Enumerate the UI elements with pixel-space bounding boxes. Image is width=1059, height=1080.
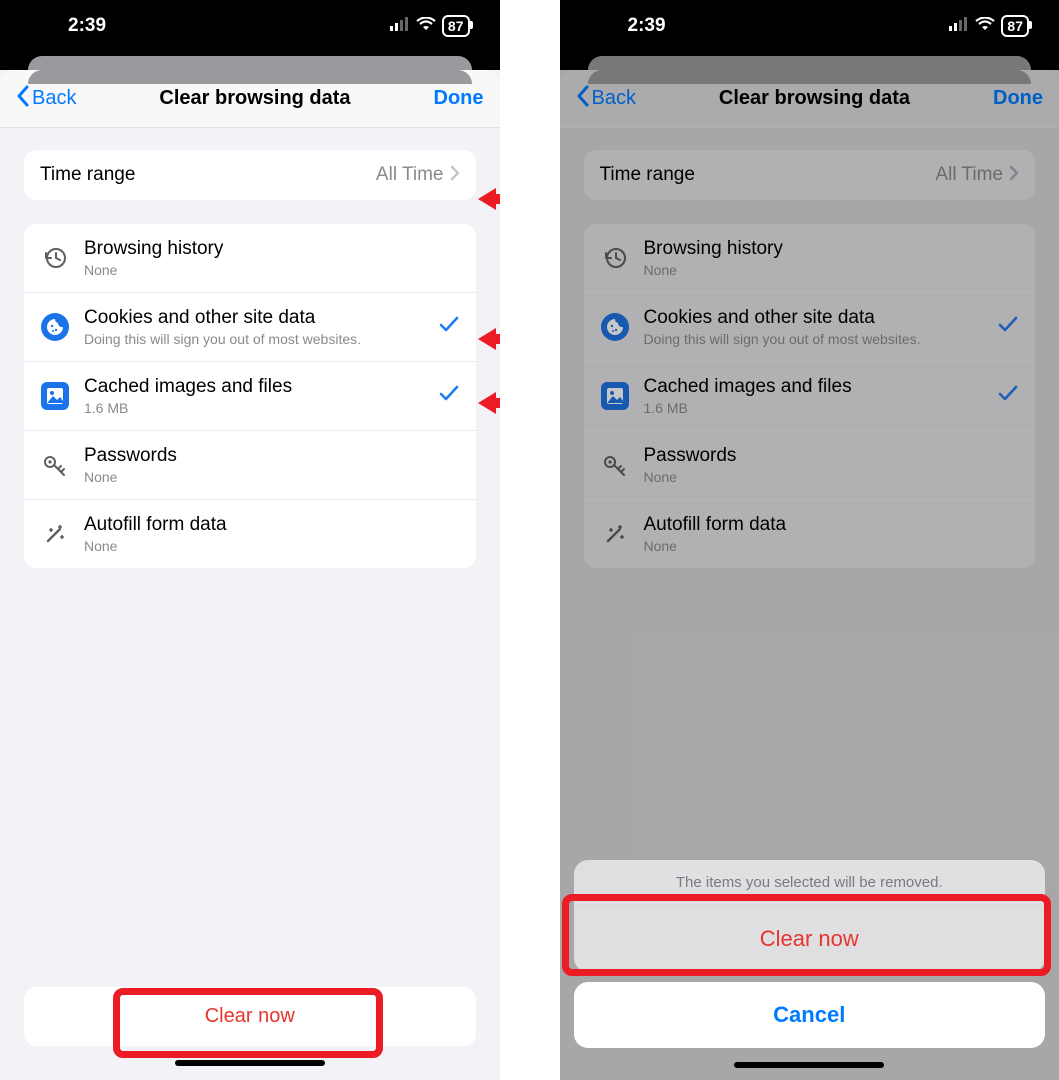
wifi-icon <box>416 15 436 37</box>
sheet-stack-mid <box>28 70 472 84</box>
row-cookies[interactable]: Cookies and other site data Doing this w… <box>24 292 476 361</box>
status-bar: 2:39 87 <box>0 0 500 52</box>
checkmark-icon <box>438 382 460 410</box>
cache-sub: 1.6 MB <box>84 400 438 416</box>
key-icon <box>40 452 70 478</box>
done-button[interactable]: Done <box>434 87 484 110</box>
action-sheet-group: The items you selected will be removed. … <box>574 860 1046 972</box>
row-passwords[interactable]: Passwords None <box>24 430 476 499</box>
action-sheet-message: The items you selected will be removed. <box>574 860 1046 905</box>
phone-screen-left: 2:39 87 Back Clear browsing data Done Ti… <box>0 0 500 1080</box>
cookies-sub: Doing this will sign you out of most web… <box>84 331 438 347</box>
action-sheet-cancel-button[interactable]: Cancel <box>574 982 1046 1048</box>
cookies-title: Cookies and other site data <box>84 307 438 329</box>
time-range-row[interactable]: Time range All Time <box>24 150 476 200</box>
phone-screen-right: 2:39 87 Back Clear browsing data Done Ti… <box>560 0 1059 1080</box>
image-icon <box>40 382 70 410</box>
status-time: 2:39 <box>628 15 666 37</box>
row-browsing-history[interactable]: Browsing history None <box>24 224 476 292</box>
back-label: Back <box>32 87 76 110</box>
row-autofill[interactable]: Autofill form data None <box>24 499 476 568</box>
sheet-stack-back <box>0 52 500 70</box>
data-types-card: Browsing history None Cookies and other … <box>24 224 476 568</box>
chevron-left-icon <box>16 85 30 113</box>
time-range-card: Time range All Time <box>24 150 476 200</box>
passwords-sub: None <box>84 469 460 485</box>
clear-now-button[interactable]: Clear now <box>24 987 476 1046</box>
action-sheet: The items you selected will be removed. … <box>574 860 1046 1068</box>
battery-icon: 87 <box>1001 15 1029 37</box>
cell-signal-icon <box>949 15 969 37</box>
time-range-label: Time range <box>40 164 135 185</box>
cache-title: Cached images and files <box>84 376 438 398</box>
status-time: 2:39 <box>68 15 106 37</box>
cell-signal-icon <box>390 15 410 37</box>
chevron-right-icon <box>450 165 460 186</box>
checkmark-icon <box>438 313 460 341</box>
battery-icon: 87 <box>442 15 470 37</box>
wifi-icon <box>975 15 995 37</box>
history-icon <box>40 245 70 271</box>
passwords-title: Passwords <box>84 445 460 467</box>
content-area: Time range All Time Browsing history Non… <box>0 128 500 568</box>
action-sheet-clear-now-button[interactable]: Clear now <box>574 905 1046 972</box>
back-button[interactable]: Back <box>16 85 76 113</box>
page-title: Clear browsing data <box>159 87 350 110</box>
wand-icon <box>40 521 70 547</box>
autofill-title: Autofill form data <box>84 514 460 536</box>
time-range-value: All Time <box>376 164 444 186</box>
history-sub: None <box>84 262 460 278</box>
status-bar: 2:39 87 <box>560 0 1059 52</box>
autofill-sub: None <box>84 538 460 554</box>
cookie-icon <box>40 313 70 341</box>
history-title: Browsing history <box>84 238 460 260</box>
home-indicator <box>175 1060 325 1066</box>
row-cache[interactable]: Cached images and files 1.6 MB <box>24 361 476 430</box>
bottom-area: Clear now <box>0 987 500 1080</box>
home-indicator <box>734 1062 884 1068</box>
